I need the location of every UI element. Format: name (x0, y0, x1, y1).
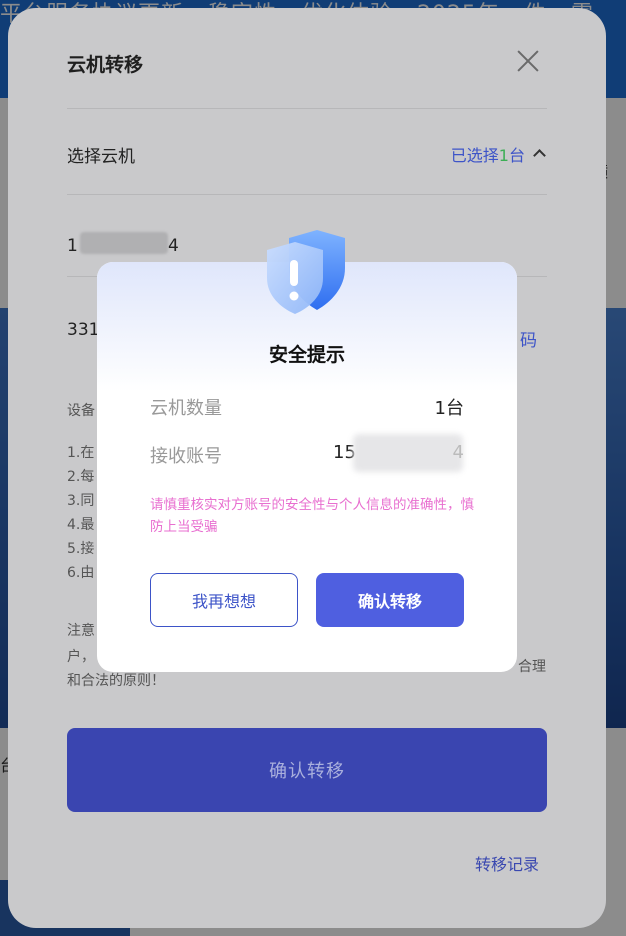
receiver-account-end: 4 (452, 442, 464, 463)
device-id-start: 1 (67, 236, 78, 256)
section-label: 设备 (67, 403, 95, 419)
receiver-account-label: 接收账号 (150, 446, 222, 467)
divider (67, 194, 547, 195)
rule-item: 1.在 (67, 445, 95, 461)
rule-item: 5.接 (67, 541, 95, 557)
redacted-account (353, 434, 463, 472)
device-count-label: 云机数量 (150, 398, 222, 419)
rule-item: 4.最 (67, 517, 95, 533)
confirm-transfer-button[interactable]: 确认转移 (67, 728, 547, 812)
note-line-principle: 和合法的原则！ (67, 673, 165, 689)
redacted-device-id (80, 232, 168, 254)
sheet-title: 云机转移 (67, 54, 144, 76)
warning-text: 请慎重核实对方账号的安全性与个人信息的准确性，慎防上当受骗 (150, 497, 474, 535)
cancel-button[interactable]: 我再想想 (150, 573, 298, 627)
selected-count-toggle[interactable]: 已选择1台 (450, 142, 546, 166)
divider (67, 108, 547, 109)
select-device-label: 选择云机 (67, 147, 135, 167)
rule-item: 3.同 (67, 493, 95, 509)
note-line-end: 合理 (518, 659, 546, 675)
code-prefix: 331 (67, 320, 100, 340)
close-icon[interactable] (513, 46, 543, 76)
dialog-title: 安全提示 (268, 344, 345, 366)
device-count-value: 1台 (434, 398, 464, 419)
note-label: 注意 (67, 623, 95, 639)
transfer-history-link[interactable]: 转移记录 (475, 851, 539, 875)
shield-icon (267, 230, 345, 314)
rule-item: 6.由 (67, 565, 95, 581)
dialog-confirm-button[interactable]: 确认转移 (316, 573, 464, 627)
note-line-start: 户， (67, 649, 95, 665)
rule-item: 2.每 (67, 469, 95, 485)
chevron-up-icon (533, 149, 546, 162)
selected-suffix: 台 (508, 146, 525, 165)
code-link[interactable]: 码 (520, 326, 537, 351)
selected-prefix: 已选择 (450, 146, 499, 165)
security-dialog: 安全提示 云机数量 1台 接收账号 15 4 请慎重核实对方账号的安全性与个人信… (97, 230, 517, 672)
device-id-end: 4 (168, 236, 179, 256)
selected-count: 1 (498, 146, 509, 165)
